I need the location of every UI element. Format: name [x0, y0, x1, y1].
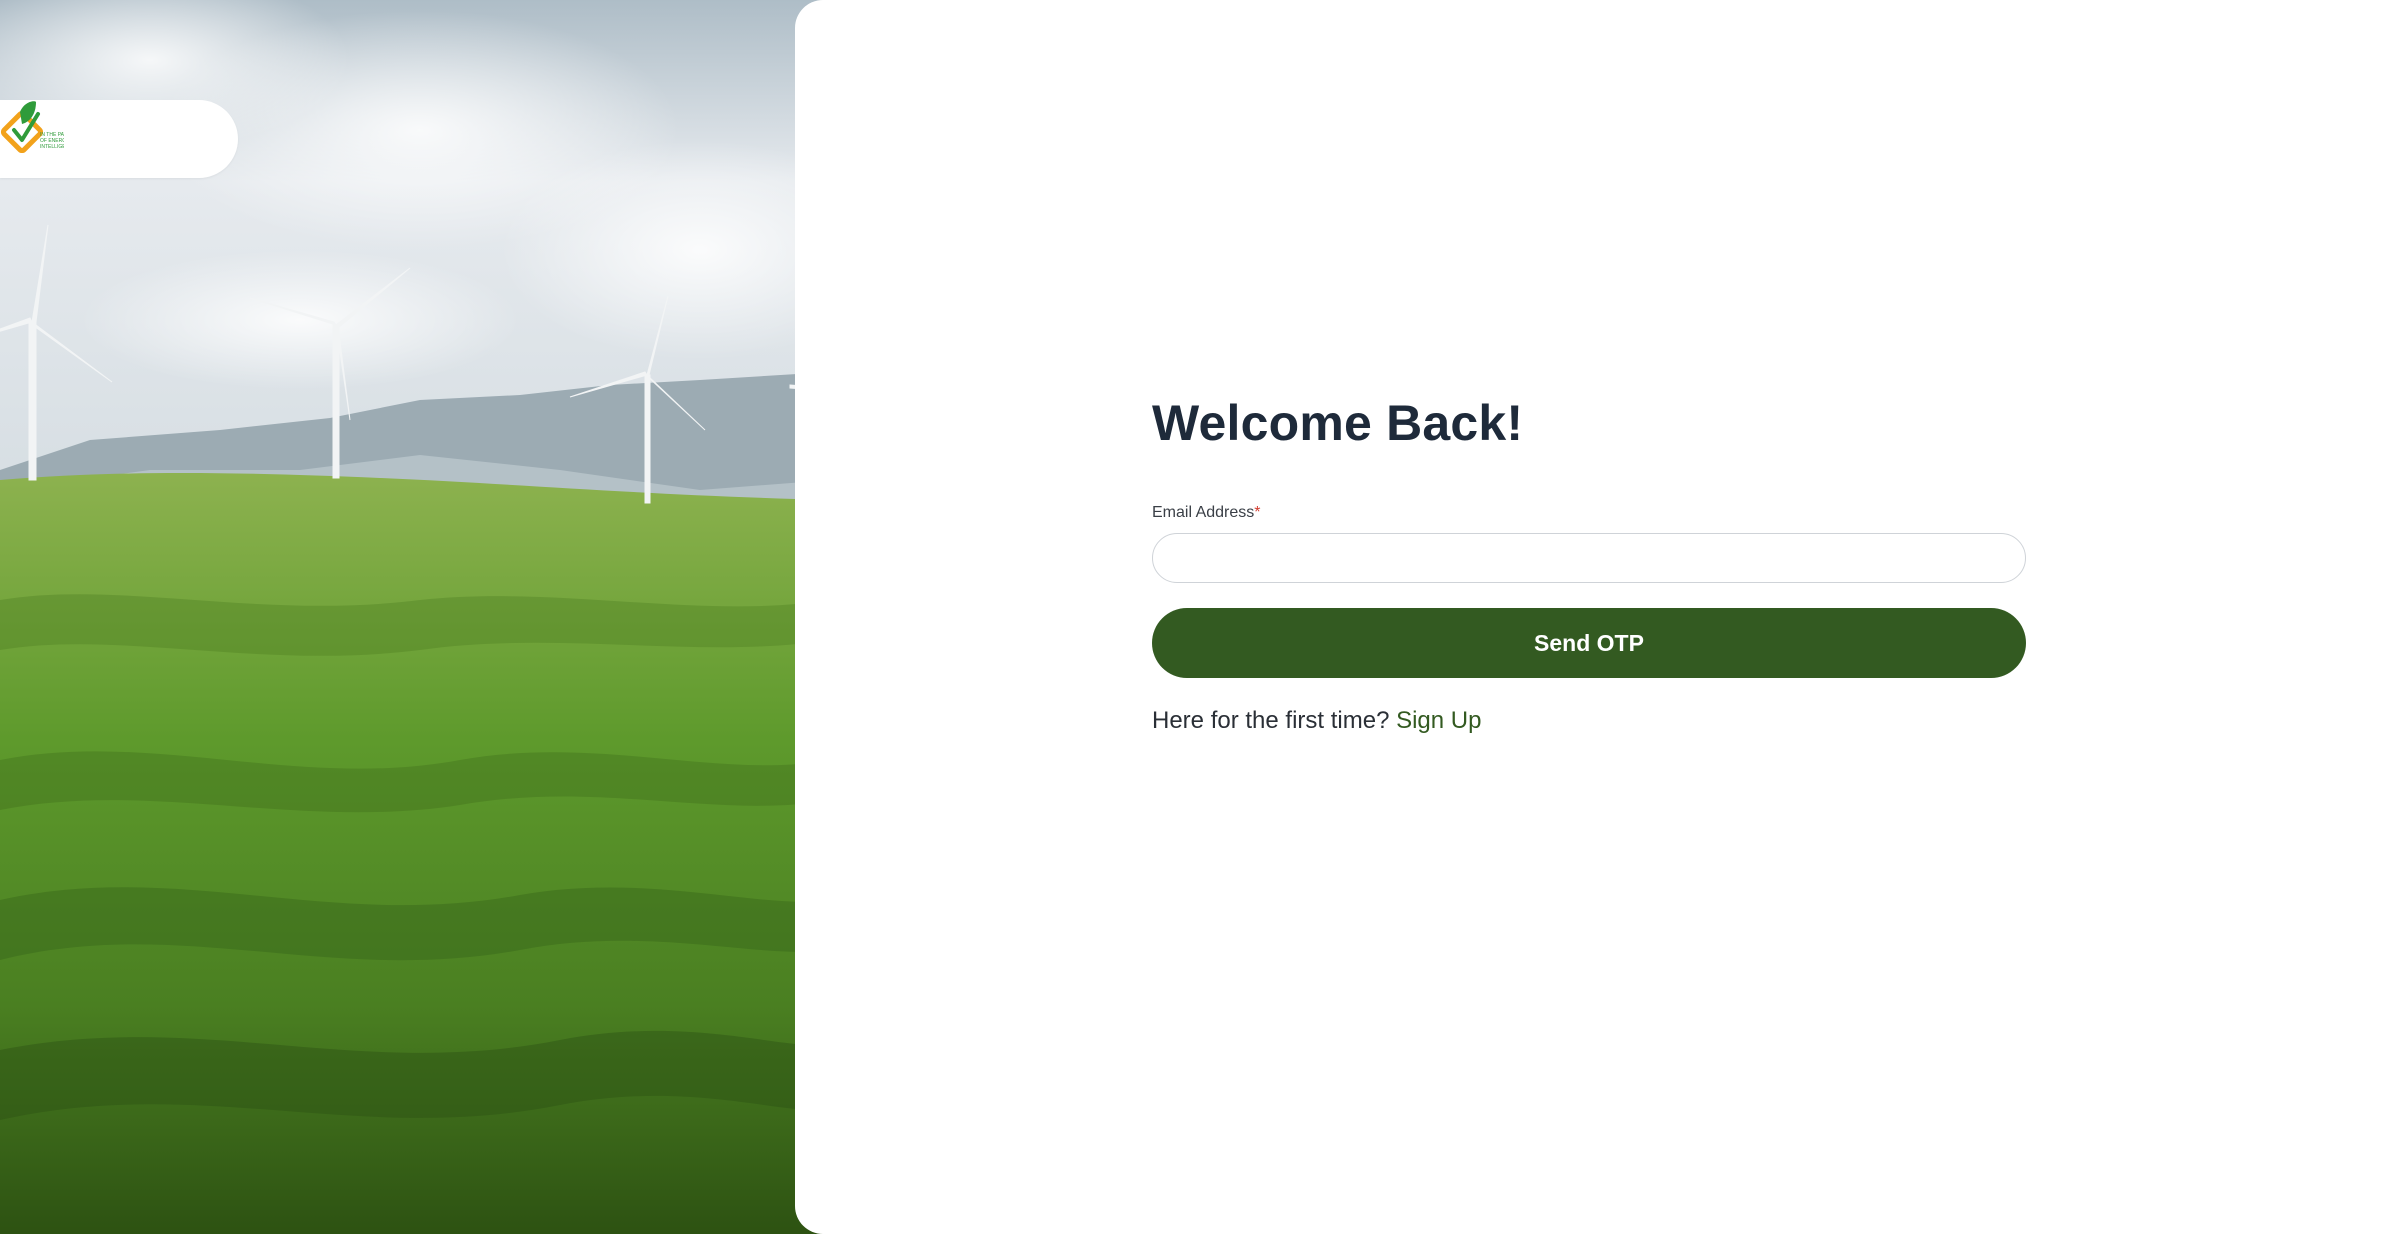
login-form: Welcome Back! Email Address* Send OTP He…	[1152, 393, 2026, 736]
email-field[interactable]	[1152, 533, 2026, 583]
first-time-text: Here for the first time?	[1152, 707, 1390, 734]
required-marker: *	[1254, 504, 1261, 521]
login-page: IN THE PATHWAY OF ENERGY INTELLIGENCE We…	[0, 0, 2384, 1234]
page-title: Welcome Back!	[1152, 395, 1524, 451]
landscape-illustration	[0, 0, 830, 1234]
svg-text:INTELLIGENCE: INTELLIGENCE	[40, 144, 64, 150]
email-label: Email Address*	[1152, 503, 2026, 523]
sign-up-link[interactable]: Sign Up	[1396, 707, 1481, 734]
leaf-check-logo-icon: IN THE PATHWAY OF ENERGY INTELLIGENCE	[0, 101, 64, 154]
logo-container: IN THE PATHWAY OF ENERGY INTELLIGENCE	[0, 100, 238, 178]
hero-landscape-image: IN THE PATHWAY OF ENERGY INTELLIGENCE	[0, 0, 830, 1234]
signup-prompt: Here for the first time? Sign Up	[1152, 706, 2026, 736]
send-otp-button[interactable]: Send OTP	[1152, 608, 2026, 678]
login-panel: Welcome Back! Email Address* Send OTP He…	[795, 0, 2384, 1234]
email-label-text: Email Address	[1152, 504, 1255, 521]
